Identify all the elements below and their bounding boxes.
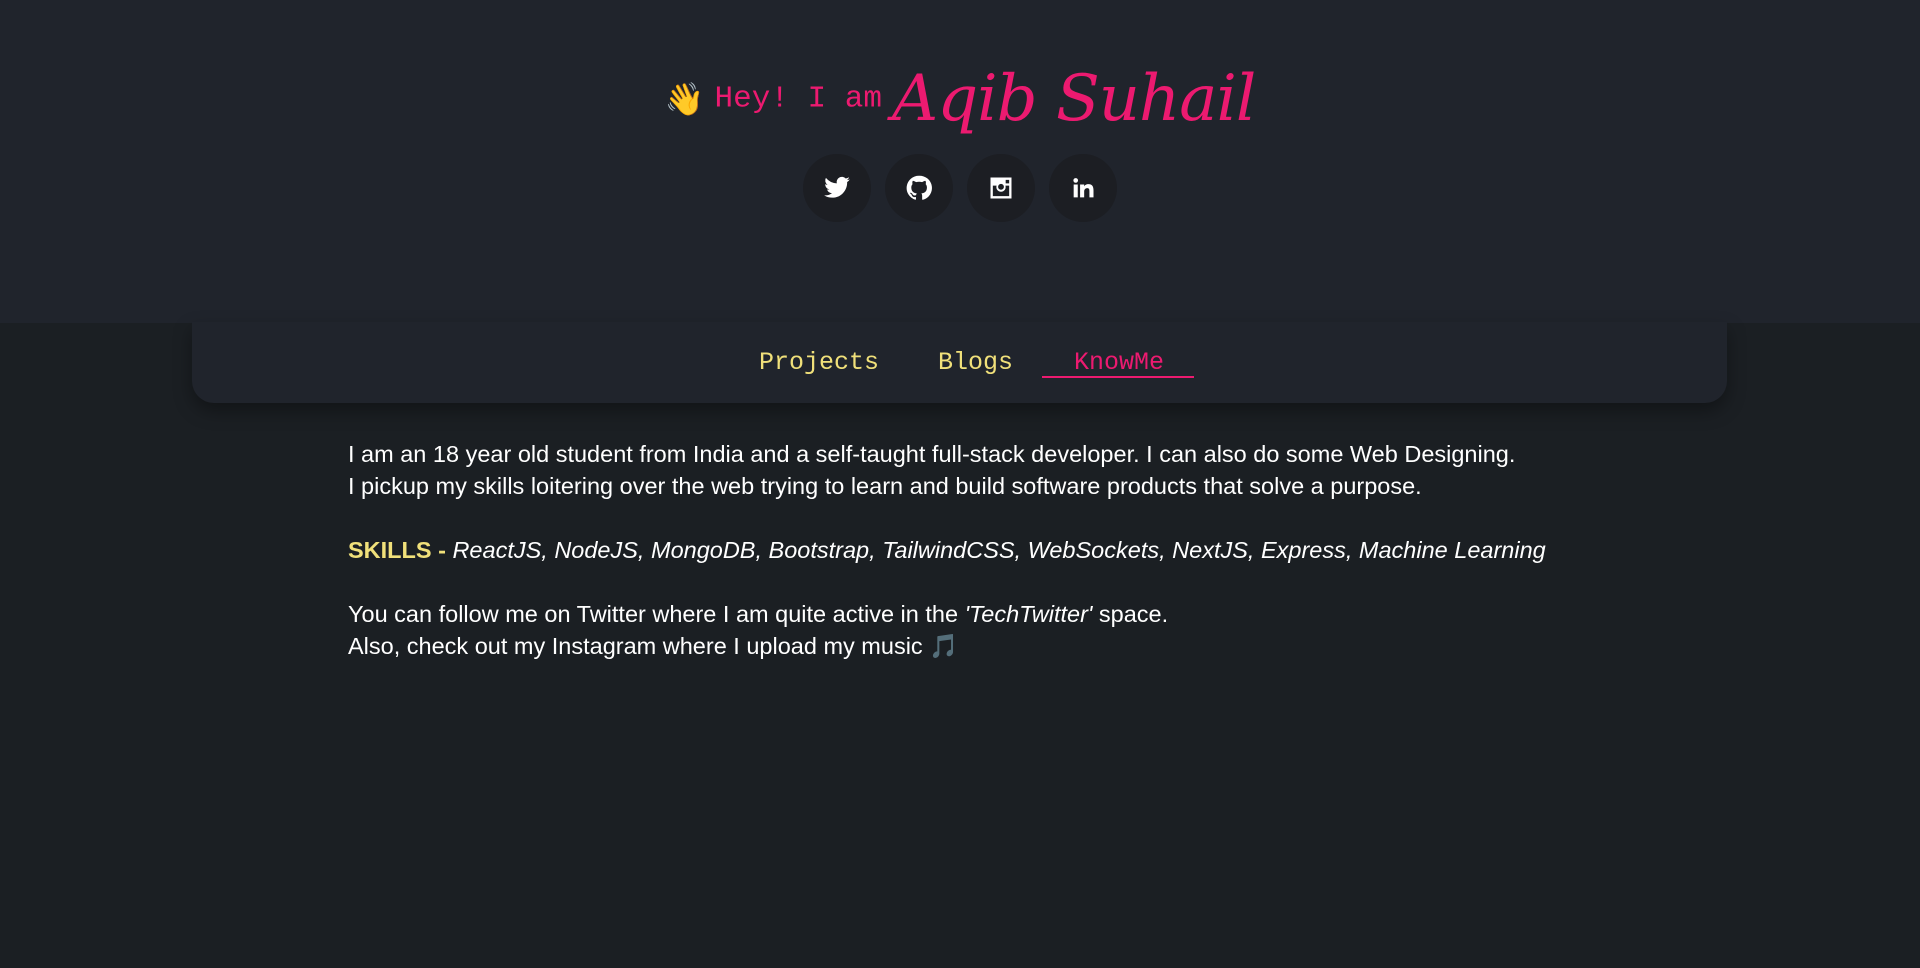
- waving-hand-icon: 👋: [664, 80, 705, 118]
- about-line-2: I pickup my skills loitering over the we…: [348, 473, 1422, 499]
- nav-knowme[interactable]: KnowMe: [1074, 348, 1164, 377]
- about-line-1: I am an 18 year old student from India a…: [348, 441, 1516, 467]
- instagram-text: Also, check out my Instagram where I upl…: [348, 633, 923, 659]
- twitter-link[interactable]: [803, 154, 871, 222]
- github-icon: [906, 175, 932, 200]
- hero-section: 👋 Hey! I am Aqib Suhail: [0, 0, 1920, 323]
- nav-projects[interactable]: Projects: [759, 348, 879, 377]
- greeting: 👋 Hey! I am Aqib Suhail: [0, 62, 1920, 136]
- nav-blogs[interactable]: Blogs: [938, 348, 1013, 377]
- nav-bar: Projects Blogs KnowMe: [192, 322, 1727, 403]
- follow-prefix: You can follow me on Twitter where I am …: [348, 601, 959, 627]
- follow-suffix: space.: [1098, 601, 1169, 627]
- author-name: Aqib Suhail: [891, 62, 1256, 136]
- instagram-icon: [990, 177, 1012, 199]
- linkedin-link[interactable]: [1049, 154, 1117, 222]
- greeting-text: Hey! I am: [714, 81, 882, 117]
- instagram-line: Also, check out my Instagram where I upl…: [348, 630, 1608, 662]
- music-note-icon: 🎵: [929, 632, 959, 660]
- follow-line: You can follow me on Twitter where I am …: [348, 598, 1608, 630]
- instagram-link[interactable]: [967, 154, 1035, 222]
- about-section: I am an 18 year old student from India a…: [348, 438, 1608, 662]
- github-link[interactable]: [885, 154, 953, 222]
- techtwitter-text: 'TechTwitter': [964, 601, 1093, 627]
- social-links: [803, 154, 1117, 222]
- twitter-icon: [824, 176, 850, 198]
- skills-list: ReactJS, NodeJS, MongoDB, Bootstrap, Tai…: [452, 537, 1546, 563]
- skills-label: SKILLS -: [348, 537, 446, 563]
- linkedin-icon: [1073, 178, 1094, 198]
- skills-line: SKILLS - ReactJS, NodeJS, MongoDB, Boots…: [348, 534, 1608, 566]
- active-tab-underline: [1042, 376, 1194, 378]
